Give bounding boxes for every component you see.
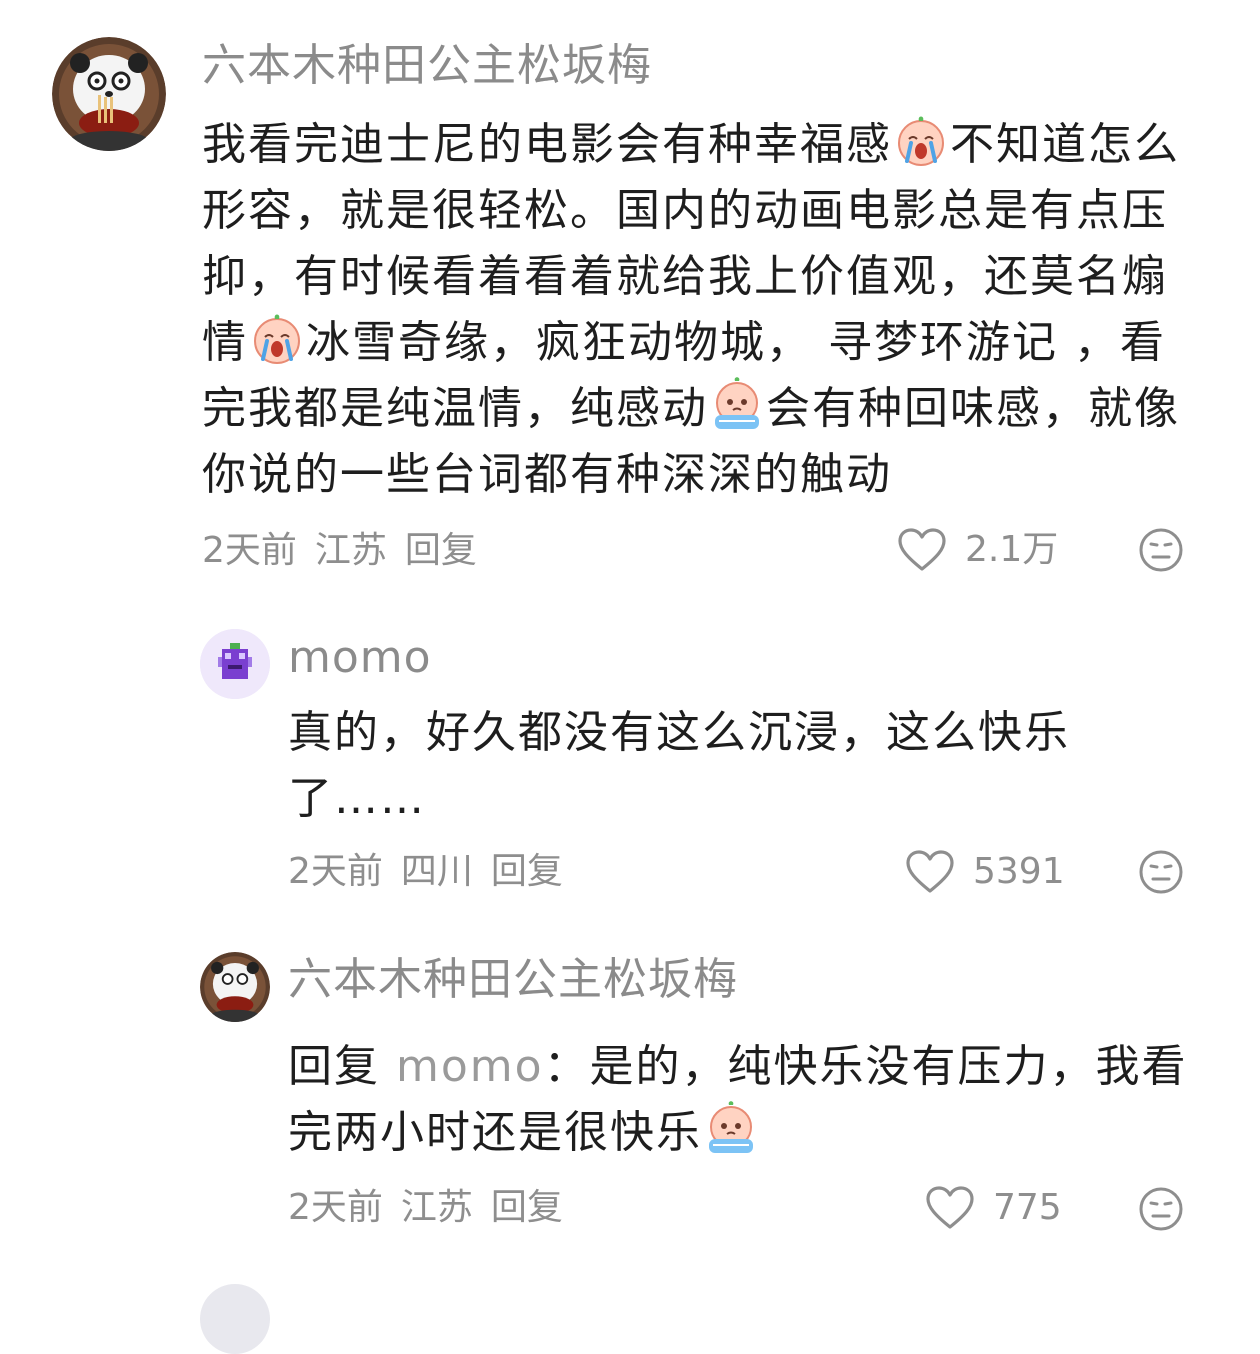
- comment-text-segment: 回复: [288, 1041, 396, 1092]
- comment-time: 2天前: [202, 530, 297, 571]
- comment-meta: 2天前 四川 回复: [288, 848, 581, 896]
- comment-text: 真的，好久都没有这么沉浸，这么快乐了……: [288, 700, 1148, 832]
- neutral-face-icon: [1139, 528, 1183, 572]
- comment-username[interactable]: momo: [288, 630, 432, 686]
- comment-location: 江苏: [314, 530, 387, 571]
- like-count: 5391: [973, 851, 1065, 892]
- dislike-button[interactable]: [1138, 1186, 1184, 1236]
- comment-time: 2天前: [288, 851, 383, 892]
- comment-text-segment: 我看完迪士尼的电影会有种幸福感: [202, 119, 892, 170]
- avatar-panda[interactable]: [52, 37, 166, 151]
- purple-pixel-avatar-icon: [200, 629, 270, 699]
- crying-baby-emoji-icon: [898, 116, 944, 166]
- like-count: 775: [993, 1187, 1062, 1228]
- crying-baby-emoji-icon: [254, 314, 300, 364]
- dislike-button[interactable]: [1138, 527, 1184, 577]
- avatar-panda[interactable]: [200, 952, 270, 1022]
- teary-baby-emoji-icon: [715, 377, 759, 429]
- heart-icon: [926, 1186, 974, 1229]
- panda-avatar-icon: [200, 952, 270, 1022]
- like-button[interactable]: 2.1万: [897, 526, 1058, 574]
- reply-button[interactable]: 回复: [491, 851, 563, 892]
- comment-username[interactable]: 六本木种田公主松坂梅: [288, 952, 738, 1008]
- comment-meta: 2天前 江苏 回复: [202, 527, 495, 575]
- teary-baby-emoji-icon: [709, 1101, 753, 1153]
- heart-icon: [906, 850, 954, 893]
- mention-link[interactable]: momo: [396, 1041, 544, 1092]
- comment-text: 回复 momo：是的，纯快乐没有压力，我看完两小时还是很快乐: [288, 1034, 1208, 1166]
- comment-text-segment: 真的，好久都没有这么沉浸，这么快乐了……: [288, 707, 1070, 824]
- like-count: 2.1万: [965, 529, 1059, 570]
- comment-location: 江苏: [400, 1187, 473, 1228]
- like-button[interactable]: 5391: [905, 848, 1065, 896]
- next-comment-avatar[interactable]: [200, 1284, 270, 1354]
- panda-avatar-icon: [52, 37, 166, 151]
- neutral-face-icon: [1139, 850, 1183, 894]
- dislike-button[interactable]: [1138, 849, 1184, 899]
- comment-time: 2天前: [288, 1187, 383, 1228]
- comment-username[interactable]: 六本木种田公主松坂梅: [202, 38, 652, 94]
- reply-button[interactable]: 回复: [405, 530, 477, 571]
- reply-button[interactable]: 回复: [491, 1187, 563, 1228]
- comment-meta: 2天前 江苏 回复: [288, 1184, 581, 1232]
- comment-location: 四川: [400, 851, 473, 892]
- heart-icon: [898, 528, 946, 571]
- comment-text: 我看完迪士尼的电影会有种幸福感 不知道怎么形容，就是很轻松。国内的动画电影总是有点…: [202, 112, 1202, 508]
- like-button[interactable]: 775: [925, 1184, 1062, 1232]
- neutral-face-icon: [1139, 1187, 1183, 1231]
- avatar-momo[interactable]: [200, 629, 270, 699]
